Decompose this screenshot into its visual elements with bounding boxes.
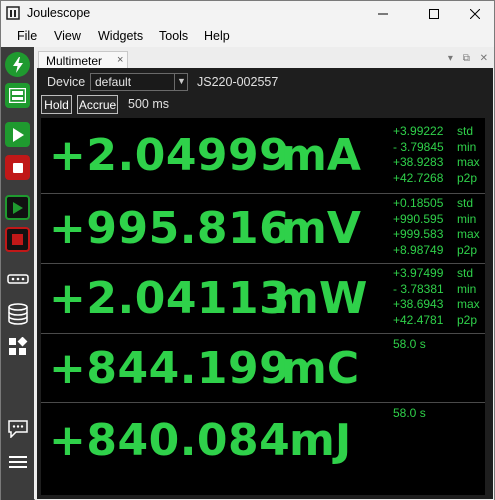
stat-label: max bbox=[457, 227, 480, 241]
multimeter-button[interactable] bbox=[5, 83, 30, 108]
record-stop-button[interactable] bbox=[5, 227, 30, 252]
energy-accrue-time: 58.0 s bbox=[393, 406, 426, 420]
sidebar bbox=[1, 47, 34, 500]
title-bar[interactable]: Joulescope bbox=[1, 1, 494, 27]
dock-controls[interactable]: ▾ ⧉ ✕ bbox=[448, 53, 488, 64]
power-unit: mW bbox=[273, 273, 368, 324]
chat-icon bbox=[7, 419, 28, 438]
stop-button[interactable] bbox=[5, 155, 30, 180]
close-icon bbox=[470, 9, 480, 19]
device-row: Device default ▼ JS220-002557 bbox=[37, 68, 493, 94]
power-icon bbox=[12, 56, 23, 73]
record-play-icon bbox=[12, 201, 23, 214]
stat-label: max bbox=[457, 155, 480, 169]
stat-value: +990.595 bbox=[393, 211, 444, 226]
voltage-stats: +0.18505 std +990.595 min +999.583 max +8.9… bbox=[393, 196, 483, 258]
chat-button[interactable] bbox=[5, 416, 30, 441]
power-button[interactable] bbox=[5, 52, 30, 77]
stat-label: max bbox=[457, 297, 480, 311]
multimeter-panel: Device default ▼ JS220-002557 Hold Accru… bbox=[37, 68, 493, 499]
hold-button[interactable]: Hold bbox=[41, 95, 72, 114]
tab-label: Multimeter bbox=[46, 54, 103, 68]
menu-file[interactable]: File bbox=[17, 29, 37, 43]
record-play-button[interactable] bbox=[5, 195, 30, 220]
dock-float-icon[interactable]: ⧉ bbox=[463, 53, 470, 64]
storage-icon bbox=[7, 302, 28, 325]
current-unit: mA bbox=[281, 130, 361, 181]
widgets-icon bbox=[8, 336, 27, 355]
tab-close-icon[interactable]: × bbox=[117, 54, 123, 66]
readout-power: +2.04113 mW +3.97499 std - 3.78381 min +38… bbox=[41, 264, 485, 333]
stat-value: +38.9283 bbox=[393, 155, 444, 169]
stat-label: std bbox=[457, 266, 474, 280]
current-stats: +3.99222 std - 3.79845 min +38.9283 max +42… bbox=[393, 124, 483, 186]
dock-close-icon[interactable]: ✕ bbox=[480, 53, 488, 64]
readout-voltage: +995.816 mV +0.18505 std +990.595 min +999… bbox=[41, 194, 485, 263]
voltage-value: +995.816 bbox=[49, 203, 291, 254]
power-stats: +3.97499 std - 3.78381 min +38.6943 max +42… bbox=[393, 266, 483, 328]
interval-label: 500 ms bbox=[128, 97, 169, 111]
chevron-down-icon[interactable]: ▼ bbox=[174, 73, 188, 91]
stat-value: +38.6943 bbox=[393, 297, 444, 311]
multimeter-icon bbox=[9, 88, 26, 103]
stat-value: +3.97499 bbox=[393, 266, 444, 280]
menu-help[interactable]: Help bbox=[204, 29, 230, 43]
stat-label: std bbox=[457, 196, 474, 210]
maximize-button[interactable] bbox=[412, 1, 456, 27]
stat-value: +42.4781 bbox=[393, 312, 444, 327]
device-label: Device bbox=[47, 75, 86, 89]
energy-unit: mJ bbox=[289, 415, 352, 466]
charge-accrue-time: 58.0 s bbox=[393, 337, 426, 351]
stat-value: - 3.79845 bbox=[393, 139, 444, 154]
record-stop-icon bbox=[12, 234, 23, 245]
charge-value: +844.199 bbox=[49, 343, 291, 394]
minimize-button[interactable] bbox=[361, 1, 405, 27]
stat-value: - 3.78381 bbox=[393, 281, 444, 296]
dock-menu-icon[interactable]: ▾ bbox=[448, 53, 453, 64]
dock-area: Multimeter × ▾ ⧉ ✕ Device default ▼ JS22… bbox=[35, 47, 494, 500]
menu-tools[interactable]: Tools bbox=[159, 29, 188, 43]
stat-label: min bbox=[457, 281, 477, 296]
power-value: +2.04113 bbox=[49, 273, 291, 324]
app-window: Joulescope File View Widgets Tools Help bbox=[0, 0, 495, 500]
device-serial: JS220-002557 bbox=[197, 75, 279, 89]
readout-charge: +844.199 mC 58.0 s bbox=[41, 334, 485, 402]
stat-label: std bbox=[457, 124, 474, 138]
stat-label: p2p bbox=[457, 170, 478, 185]
stat-label: min bbox=[457, 211, 477, 226]
stat-label: p2p bbox=[457, 312, 478, 327]
serial-icon bbox=[6, 273, 29, 284]
stat-value: +3.99222 bbox=[393, 124, 444, 138]
stat-value: +0.18505 bbox=[393, 196, 444, 210]
play-icon bbox=[12, 127, 24, 142]
storage-button[interactable] bbox=[5, 301, 30, 326]
accrue-button[interactable]: Accrue bbox=[77, 95, 118, 114]
widgets-button[interactable] bbox=[5, 334, 30, 359]
energy-value: +840.084 bbox=[49, 415, 291, 466]
joulescope-logo-icon bbox=[6, 6, 20, 20]
hamburger-menu-icon bbox=[8, 455, 27, 468]
stat-value: +8.98749 bbox=[393, 242, 444, 257]
play-button[interactable] bbox=[5, 122, 30, 147]
menu-view[interactable]: View bbox=[54, 29, 81, 43]
stat-label: min bbox=[457, 139, 477, 154]
stat-value: +42.7268 bbox=[393, 170, 444, 185]
tab-bar: Multimeter × ▾ ⧉ ✕ bbox=[35, 49, 494, 70]
close-button[interactable] bbox=[453, 1, 495, 27]
stop-icon bbox=[12, 162, 23, 173]
stat-label: p2p bbox=[457, 242, 478, 257]
menu-widgets[interactable]: Widgets bbox=[98, 29, 143, 43]
current-value: +2.04999 bbox=[49, 130, 291, 181]
menu-button[interactable] bbox=[5, 449, 30, 474]
maximize-icon bbox=[429, 9, 439, 19]
minimize-icon bbox=[378, 13, 388, 15]
charge-unit: mC bbox=[281, 343, 360, 394]
serial-button[interactable] bbox=[5, 266, 30, 291]
readout-current: +2.04999 mA +3.99222 std - 3.79845 min +38… bbox=[41, 118, 485, 193]
readout-energy: +840.084 mJ 58.0 s bbox=[41, 403, 485, 495]
stat-value: +999.583 bbox=[393, 227, 444, 241]
menu-bar: File View Widgets Tools Help bbox=[1, 27, 494, 47]
window-title: Joulescope bbox=[27, 6, 91, 20]
voltage-unit: mV bbox=[281, 203, 361, 254]
